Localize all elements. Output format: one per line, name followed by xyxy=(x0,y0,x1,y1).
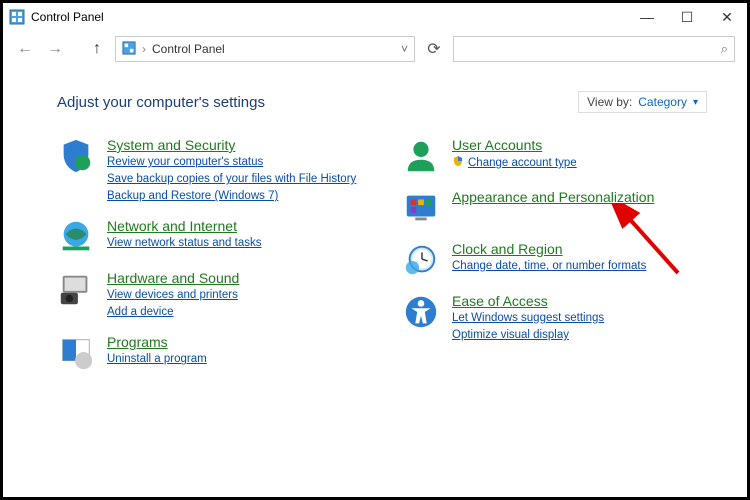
appearance-icon xyxy=(402,189,440,227)
category-title[interactable]: Hardware and Sound xyxy=(107,270,239,286)
category-link[interactable]: Let Windows suggest settings xyxy=(452,310,604,326)
user-icon xyxy=(402,137,440,175)
category-link[interactable]: View devices and printers xyxy=(107,287,239,303)
search-input[interactable] xyxy=(460,42,721,56)
category-title[interactable]: Programs xyxy=(107,334,207,350)
category-programs: Programs Uninstall a program xyxy=(57,334,362,372)
category-link[interactable]: Review your computer's status xyxy=(107,154,356,170)
category-link[interactable]: Save backup copies of your files with Fi… xyxy=(107,171,356,187)
control-panel-icon xyxy=(122,41,136,58)
category-title[interactable]: User Accounts xyxy=(452,137,577,153)
category-system-security: System and Security Review your computer… xyxy=(57,137,362,204)
clock-icon xyxy=(402,241,440,279)
category-link[interactable]: Uninstall a program xyxy=(107,351,207,367)
category-title[interactable]: Network and Internet xyxy=(107,218,261,234)
category-title[interactable]: Ease of Access xyxy=(452,293,604,309)
control-panel-icon xyxy=(9,9,25,25)
ease-of-access-icon xyxy=(402,293,440,331)
chevron-down-icon: ▾ xyxy=(693,97,698,108)
navigation-bar: ← → ↑ › Control Panel ˅ ⟳ ⌕ xyxy=(3,31,747,67)
category-link[interactable]: View network status and tasks xyxy=(107,235,261,251)
annotation-arrow xyxy=(608,203,698,283)
window-title: Control Panel xyxy=(31,10,627,24)
address-bar[interactable]: › Control Panel ˅ xyxy=(115,36,415,62)
view-by-value: Category xyxy=(638,95,687,109)
search-icon[interactable]: ⌕ xyxy=(721,41,728,57)
address-dropdown-icon[interactable]: ˅ xyxy=(401,42,408,56)
globe-icon xyxy=(57,218,95,256)
category-hardware-sound: Hardware and Sound View devices and prin… xyxy=(57,270,362,320)
minimize-button[interactable]: — xyxy=(627,3,667,31)
page-heading: Adjust your computer's settings xyxy=(57,94,265,111)
search-box[interactable]: ⌕ xyxy=(453,36,735,62)
back-button[interactable]: ← xyxy=(13,37,37,61)
category-link[interactable]: Add a device xyxy=(107,304,239,320)
category-link[interactable]: Change account type xyxy=(468,155,577,171)
category-user-accounts: User Accounts Change account type xyxy=(402,137,707,175)
close-button[interactable]: ✕ xyxy=(707,3,747,31)
maximize-button[interactable]: ☐ xyxy=(667,3,707,31)
shield-small-icon xyxy=(452,154,464,172)
programs-icon xyxy=(57,334,95,372)
forward-button[interactable]: → xyxy=(43,37,67,61)
refresh-button[interactable]: ⟳ xyxy=(421,36,447,62)
category-title[interactable]: System and Security xyxy=(107,137,356,153)
titlebar: Control Panel — ☐ ✕ xyxy=(3,3,747,31)
breadcrumb-root[interactable]: Control Panel xyxy=(152,42,225,56)
category-link[interactable]: Optimize visual display xyxy=(452,327,604,343)
left-column: System and Security Review your computer… xyxy=(57,137,362,372)
view-by-label: View by: xyxy=(587,95,632,109)
up-button[interactable]: ↑ xyxy=(85,37,109,61)
breadcrumb-separator: › xyxy=(142,42,146,56)
view-by-selector[interactable]: View by: Category ▾ xyxy=(578,91,707,113)
category-network-internet: Network and Internet View network status… xyxy=(57,218,362,256)
shield-icon xyxy=(57,137,95,175)
category-ease-of-access: Ease of Access Let Windows suggest setti… xyxy=(402,293,707,343)
hardware-icon xyxy=(57,270,95,308)
category-link[interactable]: Backup and Restore (Windows 7) xyxy=(107,188,356,204)
